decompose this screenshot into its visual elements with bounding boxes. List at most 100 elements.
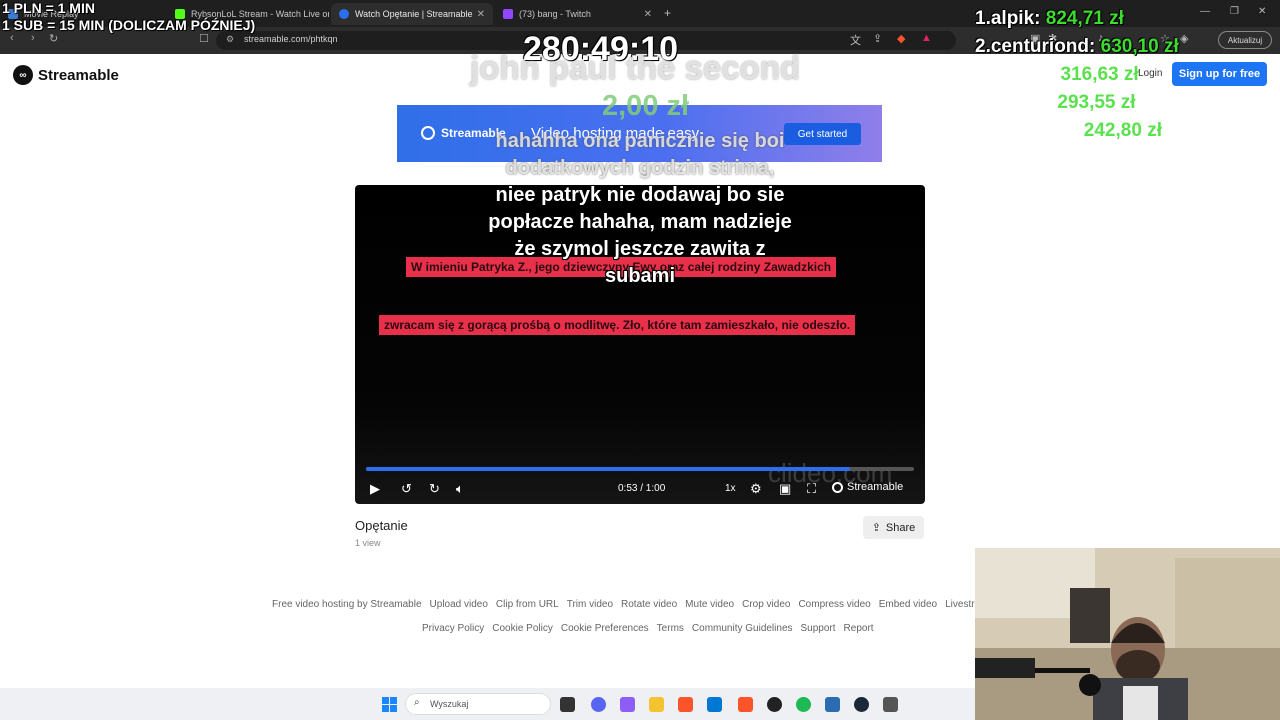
brave-active-icon[interactable] — [738, 697, 753, 712]
donation-tts-message: hahahha ona panicznie się boi dodatkowyc… — [470, 128, 810, 290]
close-window-icon[interactable]: ✕ — [1258, 6, 1266, 17]
login-link[interactable]: Login — [1138, 68, 1162, 79]
fast-forward-icon[interactable]: ↻ — [429, 481, 440, 497]
forward-icon[interactable]: › — [31, 32, 35, 44]
streamable-logo-icon: ∞ — [13, 65, 33, 85]
taskbar-search-placeholder: Wyszukaj — [430, 699, 469, 709]
footer-link[interactable]: Community Guidelines — [692, 623, 793, 634]
notepad-icon[interactable] — [825, 697, 840, 712]
footer-link[interactable]: Privacy Policy — [422, 623, 484, 634]
donation-donor-name: john paul the second — [470, 49, 801, 86]
rewind-icon[interactable]: ↺ — [401, 481, 412, 497]
back-icon[interactable]: ‹ — [10, 32, 14, 44]
steam-icon[interactable] — [854, 697, 869, 712]
task-view-icon[interactable] — [560, 697, 575, 712]
reload-icon[interactable]: ↻ — [49, 32, 58, 45]
tab-twitch[interactable]: (73) bang - Twitch ✕ — [495, 3, 660, 25]
player-streamable-brand[interactable]: Streamable — [832, 481, 903, 493]
search-icon: ⌕ — [414, 697, 420, 708]
footer-link[interactable]: Free video hosting by Streamable — [272, 599, 422, 610]
footer-link[interactable]: Rotate video — [621, 599, 677, 610]
update-browser-button[interactable]: Aktualizuj — [1218, 31, 1272, 49]
leaderboard-rank: 1. — [975, 8, 991, 29]
footer-link[interactable]: Support — [801, 623, 836, 634]
streamable-logo[interactable]: ∞ Streamable — [13, 65, 119, 85]
signup-button[interactable]: Sign up for free — [1172, 62, 1267, 86]
streamable-logo-icon — [832, 481, 843, 493]
site-info-icon[interactable]: ⚙ — [226, 34, 234, 45]
wallet-icon[interactable]: ◈ — [1180, 32, 1188, 45]
settings-gear-icon[interactable]: ⚙ — [750, 481, 762, 497]
spotify-icon[interactable] — [796, 697, 811, 712]
footer-link[interactable]: Upload video — [430, 599, 488, 610]
store-icon[interactable] — [707, 697, 722, 712]
windows-start-icon[interactable] — [382, 697, 397, 712]
tab-label: (73) bang - Twitch — [519, 9, 591, 19]
donation-amount: 2,00 zł — [602, 90, 690, 122]
footer-link[interactable]: Terms — [657, 623, 684, 634]
leaderboard-name: alpik: — [990, 8, 1041, 29]
footer-link[interactable]: Report — [844, 623, 874, 634]
screen: Movie Replay RybsonLoL Stream - Watch Li… — [0, 0, 1280, 720]
tts-line: niee patryk nie dodawaj bo sie — [495, 184, 785, 206]
share-button[interactable]: ⇪ Share — [863, 516, 924, 539]
play-icon[interactable]: ▶ — [370, 481, 380, 497]
video-progress-bar[interactable] — [366, 467, 914, 471]
tts-line: że szymol jeszcze zawita z — [514, 238, 766, 260]
share-label: Share — [885, 521, 916, 534]
brave-rewards-icon[interactable]: ▲ — [921, 32, 932, 44]
logo-text: Streamable — [38, 66, 119, 84]
tab-streamable[interactable]: Watch Opętanie | Streamable ✕ — [331, 3, 493, 25]
video-progress-fill — [366, 467, 851, 471]
url-text: streamable.com/phtkqn — [244, 34, 338, 44]
obs-icon[interactable] — [767, 697, 782, 712]
leaderboard-entry-1: 1.alpik: 824,71 zł — [975, 8, 1124, 30]
tab-label: Watch Opętanie | Streamable — [355, 9, 473, 19]
fullscreen-icon[interactable]: ⛶ — [807, 481, 816, 497]
streamable-logo-icon — [421, 126, 435, 140]
tts-line: popłacze hahaha, mam nadzieje — [488, 211, 792, 233]
brave-shield-icon[interactable]: ◆ — [897, 32, 905, 45]
share-page-icon[interactable]: ⇪ — [873, 32, 882, 45]
file-explorer-icon[interactable] — [649, 697, 664, 712]
copilot-icon[interactable] — [620, 697, 635, 712]
video-title: Opętanie — [355, 518, 408, 533]
calculator-icon[interactable] — [883, 697, 898, 712]
footer-link[interactable]: Clip from URL — [496, 599, 559, 610]
tts-line: dodatkowych godzin strima, — [505, 157, 775, 179]
maximize-icon[interactable]: ❐ — [1230, 6, 1239, 17]
footer-link[interactable]: Cookie Preferences — [561, 623, 649, 634]
footer-link[interactable]: Trim video — [567, 599, 613, 610]
share-icon: ⇪ — [871, 522, 881, 534]
brave-browser-icon[interactable] — [678, 697, 693, 712]
footer-link[interactable]: Embed video — [879, 599, 937, 610]
leaderboard-amount: 824,71 zł — [1045, 8, 1124, 29]
discord-icon[interactable] — [591, 697, 606, 712]
footer-link[interactable]: Compress video — [798, 599, 870, 610]
taskbar-search-input[interactable] — [405, 693, 551, 715]
footer-link[interactable]: Cookie Policy — [492, 623, 553, 634]
video-subtitle-2: zwracam się z gorącą prośbą o modlitwę. … — [379, 315, 856, 335]
volume-icon[interactable]: 🔈︎ — [456, 481, 464, 497]
leaderboard-amount: 242,80 zł — [1083, 120, 1162, 141]
overlay-rate-line-2: 1 SUB = 15 MIN (DOLICZAM PÓŹNIEJ) — [2, 17, 256, 33]
footer-links-row-2: Privacy Policy Cookie Policy Cookie Prefer… — [422, 623, 882, 634]
leaderboard-entry-5: 5.jankokac: 242,80 zł — [975, 120, 1162, 142]
leaderboard-rank: 3. — [975, 64, 991, 85]
close-tab-icon[interactable]: ✕ — [477, 9, 485, 20]
leaderboard-amount: 293,55 zł — [1057, 92, 1136, 113]
translate-icon[interactable]: 文 — [850, 32, 861, 48]
leaderboard-name: mama: — [990, 92, 1053, 113]
player-brand-text: Streamable — [847, 481, 904, 493]
playback-speed-button[interactable]: 1x — [725, 483, 736, 494]
webcam-scene — [975, 548, 1280, 720]
leaderboard-name: jankokac: — [990, 120, 1079, 141]
new-tab-icon[interactable]: + — [664, 6, 671, 20]
close-tab-icon[interactable]: ✕ — [644, 9, 652, 20]
footer-link[interactable]: Crop video — [742, 599, 790, 610]
footer-links-row-1: Free video hosting by Streamable Upload v… — [272, 599, 1002, 610]
footer-link[interactable]: Mute video — [685, 599, 734, 610]
bookmark-icon[interactable]: ☐ — [199, 32, 209, 45]
picture-in-picture-icon[interactable]: ▣ — [779, 481, 791, 497]
minimize-icon[interactable]: — — [1200, 6, 1210, 17]
